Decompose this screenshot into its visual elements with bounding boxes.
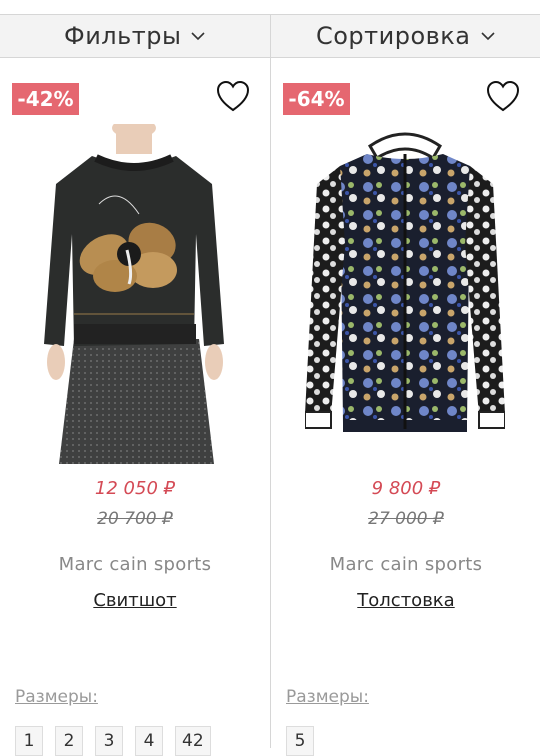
sizes-label[interactable]: Размеры: [286,687,369,707]
filters-label: Фильтры [64,22,181,50]
product-image[interactable] [34,124,234,464]
filter-sort-bar: Фильтры Сортировка [0,14,540,58]
product-card[interactable]: -42% [0,58,270,748]
size-option[interactable]: 1 [15,726,43,756]
filters-button[interactable]: Фильтры [0,15,270,57]
product-brand: Marc cain sports [0,554,270,575]
size-option[interactable]: 2 [55,726,83,756]
size-option[interactable]: 3 [95,726,123,756]
product-old-price: 27 000 ₽ [271,509,540,529]
sizes-label[interactable]: Размеры: [15,687,98,707]
chevron-down-icon [481,29,495,43]
heart-icon[interactable] [216,80,250,114]
heart-icon[interactable] [486,80,520,114]
product-image[interactable] [305,124,505,464]
product-name-link[interactable]: Толстовка [271,590,540,611]
sizes-list: 5 [286,726,314,756]
size-option[interactable]: 4 [135,726,163,756]
top-bar: Фильтры Сортировка [0,0,540,58]
size-option[interactable]: 42 [175,726,211,756]
product-price: 9 800 ₽ [271,478,540,499]
size-option[interactable]: 5 [286,726,314,756]
product-brand: Marc cain sports [271,554,540,575]
discount-badge: -42% [12,83,79,115]
product-name-link[interactable]: Свитшот [0,590,270,611]
product-old-price: 20 700 ₽ [0,509,270,529]
sort-button[interactable]: Сортировка [270,15,540,57]
product-grid: -42% [0,58,540,748]
product-card[interactable]: -64% [270,58,540,748]
chevron-down-icon [191,29,205,43]
sort-label: Сортировка [316,22,471,50]
status-strip [0,0,540,14]
product-price: 12 050 ₽ [0,478,270,499]
discount-badge: -64% [283,83,350,115]
sizes-list: 1 2 3 4 42 [15,726,211,756]
